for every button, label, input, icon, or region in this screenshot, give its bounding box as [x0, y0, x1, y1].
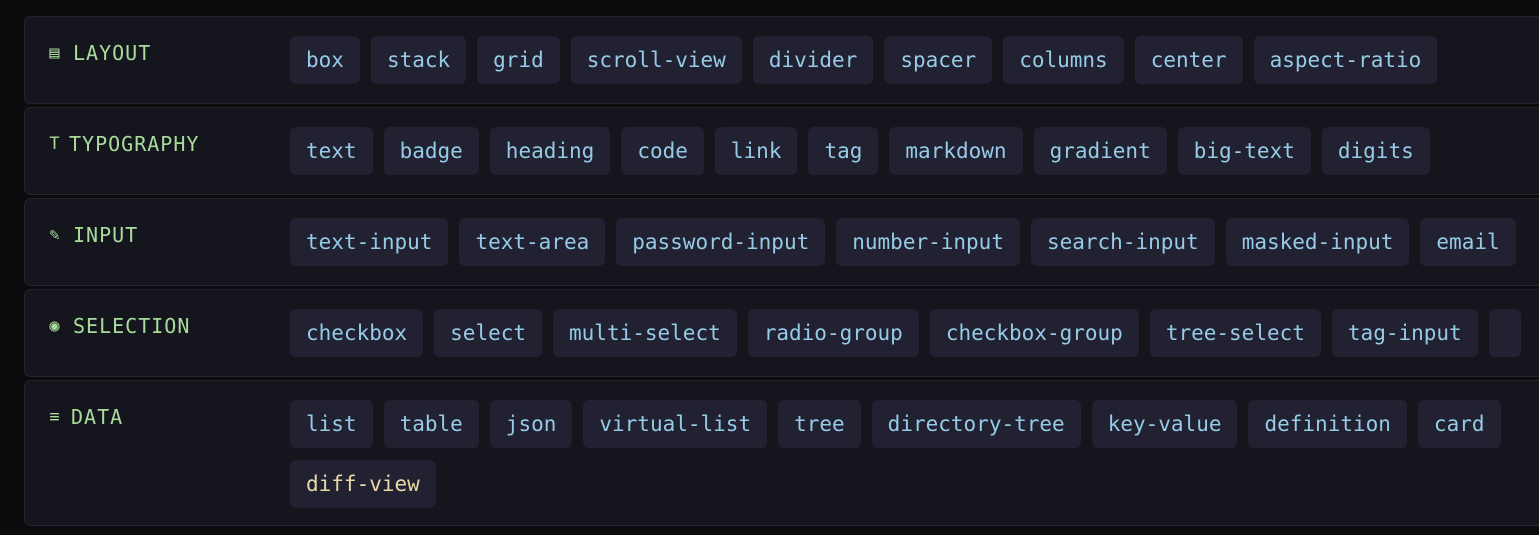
component-chip[interactable]: text-area [459, 218, 606, 266]
component-chip[interactable]: link [714, 127, 798, 175]
chip-list-data: list table json virtual-list tree direct… [290, 400, 1539, 508]
component-chip[interactable]: divider [752, 36, 874, 84]
component-chip[interactable]: table [383, 400, 479, 448]
component-chip[interactable]: text [290, 127, 373, 175]
component-chip[interactable]: email [1420, 218, 1516, 266]
pencil-icon: ✎ [49, 225, 61, 245]
category-row-data: ≡ DATA list table json virtual-list tree… [24, 380, 1539, 526]
list-icon: ≡ [49, 407, 61, 427]
category-row-typography: T TYPOGRAPHY text badge heading code lin… [24, 107, 1539, 195]
category-label: LAYOUT [73, 41, 152, 65]
category-label: INPUT [73, 223, 139, 247]
category-header-layout: ▤ LAYOUT [47, 41, 151, 65]
component-chip[interactable]: box [290, 36, 360, 84]
component-chip[interactable]: virtual-list [583, 400, 768, 448]
component-chip[interactable]: heading [489, 127, 611, 175]
component-chip[interactable]: password-input [616, 218, 826, 266]
component-chip[interactable] [1488, 309, 1521, 357]
component-catalog: ▤ LAYOUT box stack grid scroll-view divi… [24, 16, 1539, 529]
component-chip[interactable]: tag [808, 127, 879, 175]
category-label: SELECTION [73, 314, 191, 338]
component-chip[interactable]: grid [477, 36, 560, 84]
component-chip[interactable]: code [621, 127, 704, 175]
component-chip[interactable]: markdown [889, 127, 1023, 175]
component-chip[interactable]: card [1417, 400, 1501, 448]
category-row-input: ✎ INPUT text-input text-area password-in… [24, 198, 1539, 286]
chip-list-layout: box stack grid scroll-view divider space… [290, 36, 1438, 84]
category-row-selection: ◉ SELECTION checkbox select multi-select… [24, 289, 1539, 377]
typography-icon: T [49, 134, 61, 154]
chip-list-typography: text badge heading code link tag markdow… [290, 127, 1430, 175]
component-chip[interactable]: search-input [1030, 218, 1215, 266]
component-chip[interactable]: scroll-view [570, 36, 742, 84]
component-chip[interactable]: tree-select [1149, 309, 1321, 357]
category-header-input: ✎ INPUT [47, 223, 138, 247]
component-chip[interactable]: select [434, 309, 543, 357]
layout-icon: ▤ [49, 43, 61, 63]
component-chip[interactable]: directory-tree [871, 400, 1081, 448]
component-chip[interactable]: big-text [1177, 127, 1311, 175]
component-chip[interactable]: aspect-ratio [1253, 36, 1438, 84]
component-chip[interactable]: multi-select [553, 309, 737, 357]
category-label: TYPOGRAPHY [69, 132, 200, 156]
component-chip[interactable]: stack [370, 36, 467, 84]
component-chip[interactable]: definition [1248, 400, 1407, 448]
component-chip[interactable]: digits [1321, 127, 1430, 175]
component-chip[interactable]: badge [383, 127, 479, 175]
component-chip-highlighted[interactable]: diff-view [290, 460, 436, 508]
category-header-selection: ◉ SELECTION [47, 314, 190, 338]
category-row-layout: ▤ LAYOUT box stack grid scroll-view divi… [24, 16, 1539, 104]
component-chip[interactable]: spacer [884, 36, 993, 84]
category-header-data: ≡ DATA [47, 405, 123, 429]
component-chip[interactable]: number-input [836, 218, 1020, 266]
category-label: DATA [71, 405, 124, 429]
component-chip[interactable]: columns [1003, 36, 1124, 84]
component-chip[interactable]: tag-input [1331, 309, 1478, 357]
component-chip[interactable]: gradient [1033, 127, 1167, 175]
component-chip[interactable]: radio-group [747, 309, 919, 357]
component-chip[interactable]: key-value [1091, 400, 1238, 448]
component-chip[interactable]: center [1134, 36, 1243, 84]
component-chip[interactable]: list [290, 400, 373, 448]
radio-icon: ◉ [49, 316, 61, 336]
component-chip[interactable]: text-input [290, 218, 449, 266]
category-header-typography: T TYPOGRAPHY [47, 132, 199, 156]
component-chip[interactable]: masked-input [1225, 218, 1410, 266]
chip-list-selection: checkbox select multi-select radio-group… [290, 309, 1521, 357]
component-chip[interactable]: tree [778, 400, 861, 448]
component-chip[interactable]: json [489, 400, 573, 448]
chip-list-input: text-input text-area password-input numb… [290, 218, 1516, 266]
component-chip[interactable]: checkbox-group [929, 309, 1139, 357]
component-chip[interactable]: checkbox [290, 309, 424, 357]
